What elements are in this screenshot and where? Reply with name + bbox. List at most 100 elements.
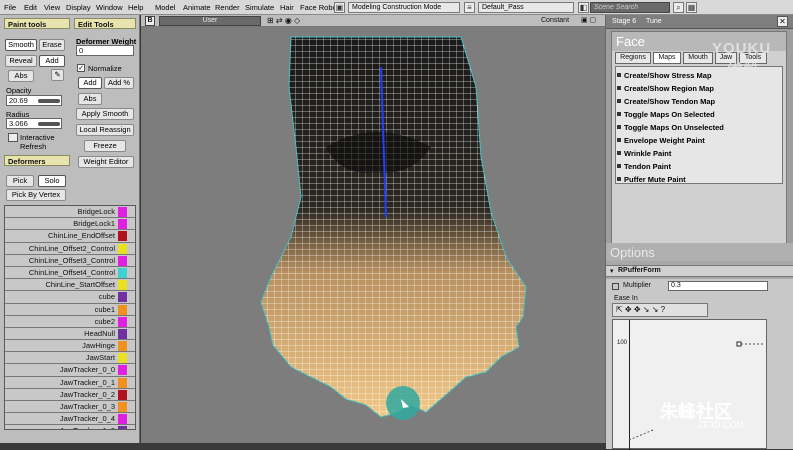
deformer-row[interactable]: JawStart [5,352,135,365]
map-create-stress[interactable]: Create/Show Stress Map [617,71,712,80]
map-envelope-weight[interactable]: Envelope Weight Paint [617,136,705,145]
weight-editor-button[interactable]: Weight Editor [78,156,134,168]
paint-tools-header: Paint tools [4,18,70,29]
deformer-row[interactable]: JawTracker_0_0 [5,364,135,377]
reveal-button[interactable]: Reveal [5,55,37,67]
add-percent-button[interactable]: Add % [104,77,134,89]
radius-slider[interactable] [38,122,60,126]
deformer-row[interactable]: ChinLine_Offset4_Control [5,266,135,280]
deformer-color-swatch [118,280,127,291]
tab-mouth[interactable]: Mouth [683,52,713,64]
deformer-row[interactable]: ChinLine_Offset2_Control [5,242,135,255]
menu-file[interactable]: File [4,3,16,12]
opacity-slider[interactable] [38,99,60,103]
deformer-row[interactable]: JawHinge [5,340,135,353]
menu-simulate[interactable]: Simulate [245,3,274,12]
deformer-row[interactable]: BridgeLock1 [5,218,135,231]
menu-animate[interactable]: Animate [183,3,211,12]
solo-button[interactable]: Solo [38,175,66,187]
pass-list-icon[interactable]: ≡ [464,2,475,13]
deformer-name: cube2 [94,316,115,326]
deformer-color-swatch [118,243,127,254]
deformer-weight-field[interactable]: 0 [76,45,134,56]
deformer-row[interactable]: ChinLine_Offset3_Control [5,254,135,267]
erase-button[interactable]: Erase [39,39,65,51]
tab-regions[interactable]: Regions [615,52,651,64]
viewport-icons[interactable]: ⊞ ⇄ ◉ ◇ [267,16,300,25]
menu-face-robot[interactable]: Face Robot [300,3,339,12]
map-toggle-selected[interactable]: Toggle Maps On Selected [617,110,715,119]
scene-search-input[interactable]: Scene Search [590,2,670,13]
add-mode-button[interactable]: Add [78,77,102,89]
pick-by-vertex-button[interactable]: Pick By Vertex [6,189,66,201]
menu-model[interactable]: Model [155,3,175,12]
pass-dropdown[interactable]: Default_Pass [478,2,574,13]
menu-display[interactable]: Display [66,3,91,12]
maps-list: Create/Show Stress Map Create/Show Regio… [615,66,783,184]
apply-smooth-button[interactable]: Apply Smooth [76,108,134,120]
pick-button[interactable]: Pick [6,175,34,187]
viewport-letter-button[interactable]: B [145,16,155,26]
multiplier-checkbox[interactable] [612,283,619,290]
youku-logo: YOUKU 优酷 [712,40,771,81]
deformer-name: JawTracker_0_0 [59,365,115,375]
deformer-name: cube1 [94,304,115,314]
deformer-row[interactable]: ChinLine_EndOffset [5,230,135,243]
map-wrinkle-paint[interactable]: Wrinkle Paint [616,149,671,158]
abs-button[interactable]: Abs [8,70,34,82]
normalize-checkbox[interactable]: ✓ [77,64,85,72]
eyedropper-icon[interactable]: ✎ [51,69,64,81]
deformer-row[interactable]: BridgeLock [5,206,135,219]
map-toggle-unselected[interactable]: Toggle Maps On Unselected [617,123,724,132]
deformer-row[interactable]: JawTracker_1_0 [5,425,135,429]
deformer-row[interactable]: JawTracker_0_2 [5,388,135,401]
deformer-row[interactable]: cube1 [5,303,135,316]
deformer-name: ChinLine_Offset2_Control [28,243,115,253]
interactive-refresh-checkbox[interactable] [8,133,18,142]
deformer-row[interactable]: JawTracker_0_1 [5,376,135,389]
deformer-row[interactable]: cube2 [5,315,135,328]
layout-icon[interactable]: ▦ [686,2,697,13]
deformer-name: JawTracker_0_4 [59,414,115,424]
map-create-tendon[interactable]: Create/Show Tendon Map [616,97,715,106]
abs-mode-button[interactable]: Abs [78,93,102,105]
map-create-region[interactable]: Create/Show Region Map [616,84,714,93]
search-icon[interactable]: ⌕ [673,2,684,13]
deformer-row[interactable]: cube [5,291,135,304]
local-reassign-button[interactable]: Local Reassign [76,124,134,136]
deformer-row[interactable]: HeadNull [5,327,135,341]
pass-options-icon[interactable]: ◧ [578,2,589,13]
deformer-row[interactable]: JawTracker_0_4 [5,413,135,426]
close-icon[interactable]: ✕ [777,16,788,27]
tab-maps[interactable]: Maps [653,52,681,64]
deformer-color-swatch [118,402,127,412]
freeze-button[interactable]: Freeze [84,140,126,152]
deformer-name: ChinLine_EndOffset [48,231,115,241]
menu-window[interactable]: Window [96,3,123,12]
puffer-form-header[interactable]: ▾ RPufferForm [606,265,793,277]
deformer-name: BridgeLock [77,207,115,216]
shading-mode-dropdown[interactable]: Constant [541,17,569,24]
puffer-form-label: RPufferForm [618,267,661,274]
deformer-row[interactable]: JawTracker_0_3 [5,401,135,414]
mode-dropdown[interactable]: Modeling Construction Mode [348,2,460,13]
deformer-row[interactable]: ChinLine_StartOffset [5,279,135,292]
map-tendon-paint[interactable]: Tendon Paint [617,162,671,171]
snap-icon[interactable]: ▣ [334,2,345,13]
menu-edit[interactable]: Edit [24,3,37,12]
add-button[interactable]: Add [39,55,65,67]
menu-view[interactable]: View [44,3,60,12]
menu-help[interactable]: Help [128,3,143,12]
menu-hair[interactable]: Hair [280,3,294,12]
camera-dropdown[interactable]: User [159,16,261,26]
smooth-button[interactable]: Smooth [5,39,37,51]
multiplier-field[interactable]: 0.3 [668,281,768,291]
multiplier-label: Multiplier [623,282,652,289]
viewport-controls-icon[interactable]: ▣ ▢ [581,16,596,24]
viewport[interactable]: B User ⊞ ⇄ ◉ ◇ Constant ▣ ▢ [141,15,605,443]
face-mesh [260,36,527,420]
menu-render[interactable]: Render [215,3,240,12]
curve-tools-icons[interactable]: ⇱ ✥ ✥ ↘ ↘ ? [612,303,708,317]
map-puffer-mute[interactable]: Puffer Mute Paint [617,175,686,184]
collapse-icon[interactable]: ▾ [610,267,614,275]
